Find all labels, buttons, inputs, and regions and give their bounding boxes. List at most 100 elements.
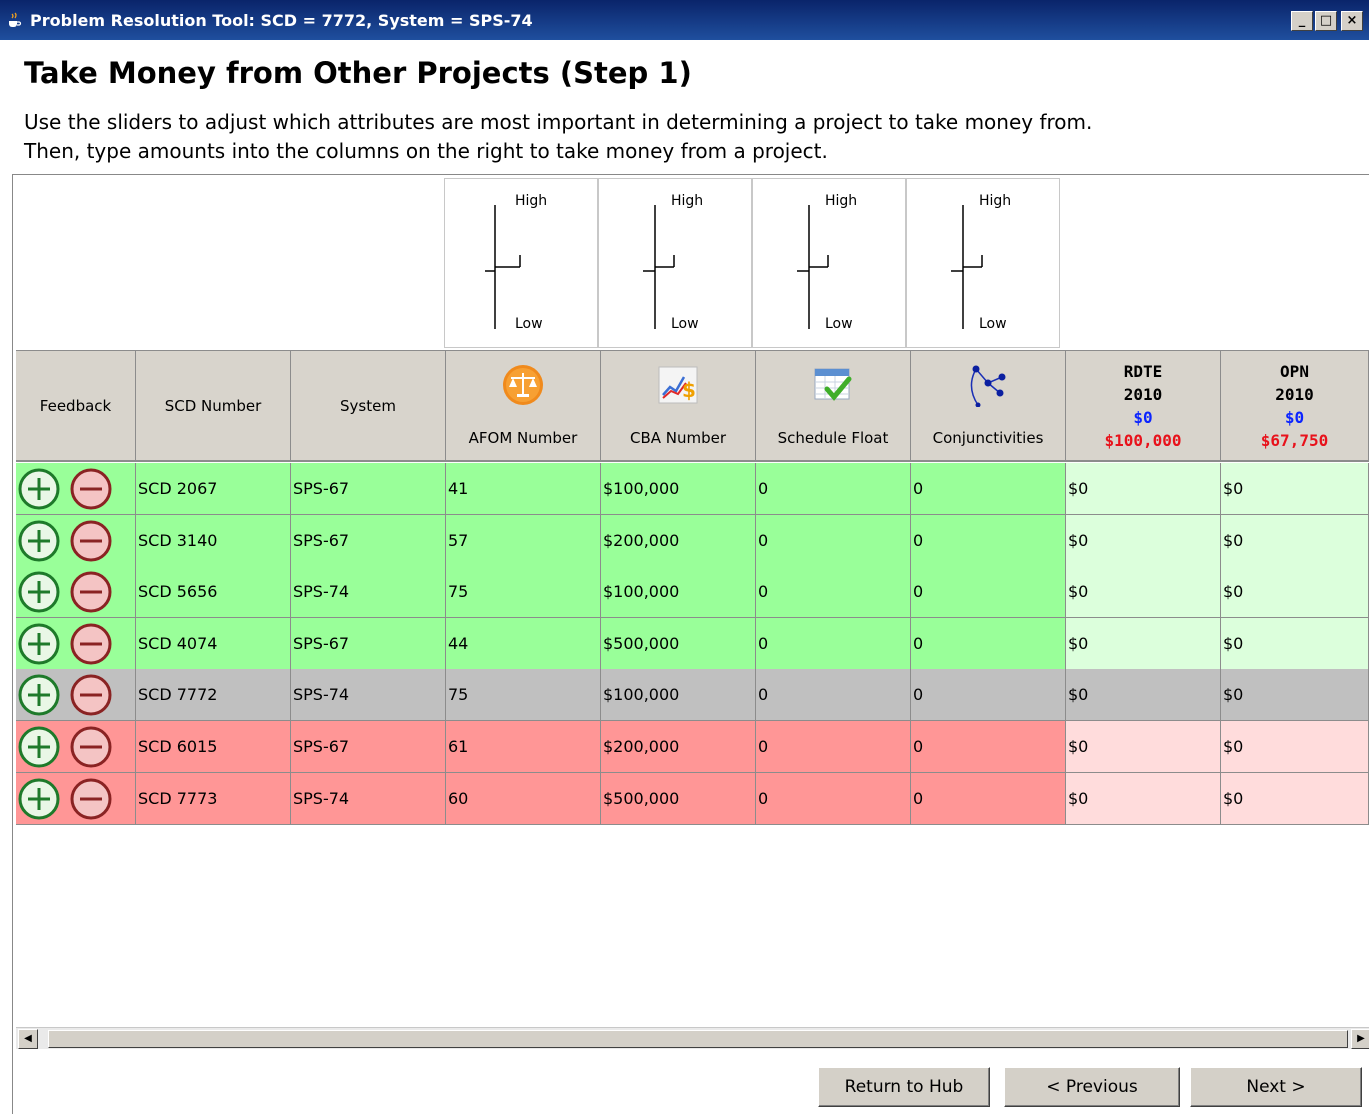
cell-afom-number: 60 [446, 772, 601, 825]
table-row[interactable]: SCD 5656 SPS-74 75 $100,000 0 0 $0 $0 [16, 566, 1369, 619]
cell-rdte-input[interactable]: $0 [1066, 463, 1221, 515]
table-row[interactable]: SCD 6015 SPS-67 61 $200,000 0 0 $0 $0 [16, 721, 1369, 773]
previous-button[interactable]: < Previous [1004, 1067, 1180, 1107]
cell-opn-input[interactable]: $0 [1221, 463, 1369, 515]
slider-float[interactable]: High Low [752, 178, 906, 348]
table-row[interactable]: SCD 7773 SPS-74 60 $500,000 0 0 $0 $0 [16, 772, 1369, 825]
cell-opn-input[interactable]: $0 [1221, 617, 1369, 670]
header-schedule-float[interactable]: Schedule Float [756, 350, 911, 462]
cell-rdte-input[interactable]: $0 [1066, 617, 1221, 670]
cell-opn-input[interactable]: $0 [1221, 772, 1369, 825]
minus-circle-icon[interactable] [70, 520, 112, 562]
cell-schedule-float: 0 [756, 514, 911, 567]
instructions: Use the sliders to adjust which attribut… [24, 108, 1092, 166]
slider-low-label: Low [825, 316, 853, 332]
cell-afom-number: 57 [446, 514, 601, 567]
cell-rdte-input[interactable]: $0 [1066, 514, 1221, 567]
fund-needed-amount: $67,750 [1260, 431, 1329, 450]
table-row[interactable]: SCD 2067 SPS-67 41 $100,000 0 0 $0 $0 [16, 463, 1369, 515]
cell-system: SPS-67 [291, 514, 446, 567]
slider-conj[interactable]: High Low [906, 178, 1060, 348]
cell-feedback [16, 669, 136, 722]
cell-system: SPS-67 [291, 463, 446, 515]
cell-rdte-input[interactable]: $0 [1066, 772, 1221, 825]
plus-circle-icon[interactable] [18, 623, 60, 665]
cell-conjunctivities: 0 [911, 463, 1066, 515]
cell-system: SPS-67 [291, 721, 446, 773]
minus-circle-icon[interactable] [70, 468, 112, 510]
header-conjunctivities[interactable]: Conjunctivities [911, 350, 1066, 462]
cell-rdte-input[interactable]: $0 [1066, 566, 1221, 619]
slider-high-label: High [979, 193, 1012, 209]
plus-circle-icon[interactable] [18, 778, 60, 820]
cell-afom-number: 61 [446, 721, 601, 773]
header-rdte-2010[interactable]: RDTE 2010 $0 $100,000 [1066, 350, 1221, 462]
plus-circle-icon[interactable] [18, 726, 60, 768]
cell-schedule-float: 0 [756, 463, 911, 515]
header-scd-number[interactable]: SCD Number [136, 350, 291, 462]
cell-opn-input[interactable]: $0 [1221, 566, 1369, 619]
minus-circle-icon[interactable] [70, 623, 112, 665]
minus-circle-icon[interactable] [70, 726, 112, 768]
cell-schedule-float: 0 [756, 669, 911, 722]
slider-cba[interactable]: High Low [598, 178, 752, 348]
cell-system: SPS-67 [291, 617, 446, 670]
minus-circle-icon[interactable] [70, 778, 112, 820]
cell-feedback [16, 463, 136, 515]
title-bar: Problem Resolution Tool: SCD = 7772, Sys… [0, 0, 1369, 40]
slider-high-label: High [671, 193, 704, 209]
next-button[interactable]: Next > [1190, 1067, 1362, 1107]
header-system[interactable]: System [291, 350, 446, 462]
cell-afom-number: 75 [446, 566, 601, 619]
cell-afom-number: 75 [446, 669, 601, 722]
header-cba-number[interactable]: $ CBA Number [601, 350, 756, 462]
plus-circle-icon[interactable] [18, 571, 60, 613]
page-title: Take Money from Other Projects (Step 1) [24, 56, 692, 90]
header-label: AFOM Number [468, 429, 578, 447]
scroll-left-arrow-icon[interactable]: ◀ [18, 1029, 38, 1049]
maximize-button[interactable]: □ [1315, 11, 1337, 31]
cell-cba-number: $500,000 [601, 772, 756, 825]
return-to-hub-button[interactable]: Return to Hub [818, 1067, 990, 1107]
minimize-button[interactable]: _ [1291, 11, 1313, 31]
table-row[interactable]: SCD 3140 SPS-67 57 $200,000 0 0 $0 $0 [16, 514, 1369, 567]
cell-opn-input[interactable]: $0 [1221, 514, 1369, 567]
cell-cba-number: $200,000 [601, 514, 756, 567]
fund-taken-amount: $0 [1133, 408, 1153, 427]
scroll-right-arrow-icon[interactable]: ▶ [1351, 1029, 1369, 1049]
plus-circle-icon[interactable] [18, 468, 60, 510]
fund-year: 2010 [1275, 385, 1314, 404]
cell-opn-input[interactable]: $0 [1221, 669, 1369, 722]
cell-scd-number: SCD 6015 [136, 721, 291, 773]
slider-low-label: Low [671, 316, 699, 332]
cell-conjunctivities: 0 [911, 566, 1066, 619]
cell-scd-number: SCD 3140 [136, 514, 291, 567]
horizontal-scrollbar[interactable]: ◀ ▶ [16, 1027, 1369, 1049]
cell-rdte-input[interactable]: $0 [1066, 669, 1221, 722]
cell-schedule-float: 0 [756, 566, 911, 619]
cell-scd-number: SCD 2067 [136, 463, 291, 515]
close-button[interactable]: × [1341, 11, 1363, 31]
cell-afom-number: 44 [446, 617, 601, 670]
minus-circle-icon[interactable] [70, 674, 112, 716]
minus-circle-icon[interactable] [70, 571, 112, 613]
fund-needed-amount: $100,000 [1104, 431, 1182, 450]
calendar-check-icon [814, 368, 852, 401]
cell-opn-input[interactable]: $0 [1221, 721, 1369, 773]
plus-circle-icon[interactable] [18, 674, 60, 716]
window-title: Problem Resolution Tool: SCD = 7772, Sys… [30, 11, 533, 30]
cell-feedback [16, 566, 136, 619]
cell-feedback [16, 772, 136, 825]
header-afom-number[interactable]: AFOM Number [446, 350, 601, 462]
header-opn-2010[interactable]: OPN 2010 $0 $67,750 [1221, 350, 1369, 462]
table-row[interactable]: SCD 4074 SPS-67 44 $500,000 0 0 $0 $0 [16, 617, 1369, 670]
cell-cba-number: $200,000 [601, 721, 756, 773]
plus-circle-icon[interactable] [18, 520, 60, 562]
cell-afom-number: 41 [446, 463, 601, 515]
cell-rdte-input[interactable]: $0 [1066, 721, 1221, 773]
scroll-thumb[interactable] [48, 1030, 1348, 1048]
header-label: System [340, 397, 396, 415]
table-row[interactable]: SCD 7772 SPS-74 75 $100,000 0 0 $0 $0 [16, 669, 1369, 722]
header-feedback[interactable]: Feedback [16, 350, 136, 462]
slider-afom[interactable]: High Low [444, 178, 598, 348]
